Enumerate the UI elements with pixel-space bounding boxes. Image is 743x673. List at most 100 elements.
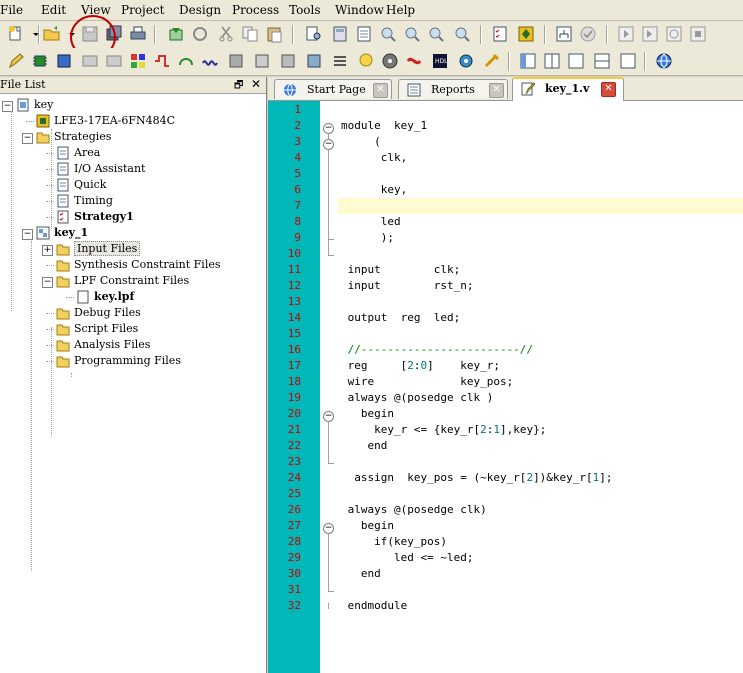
line-number: 29	[287, 551, 301, 564]
net-icon[interactable]	[176, 51, 196, 71]
stop-icon[interactable]	[688, 24, 708, 44]
tree-item-label: Strategy1	[74, 210, 134, 223]
tree-connector	[51, 129, 52, 229]
stack-icon[interactable]	[330, 51, 350, 71]
new-dropdown-icon[interactable]	[26, 24, 39, 44]
fold-toggle-icon[interactable]: −	[323, 139, 334, 150]
tab-key-1-v[interactable]: key_1.v ✕	[512, 77, 624, 101]
ip-gear-icon[interactable]	[456, 51, 476, 71]
globe-icon[interactable]	[654, 51, 674, 71]
floorplan-icon[interactable]	[252, 51, 272, 71]
close-panel-icon[interactable]: ✕	[251, 77, 261, 91]
code-line: module key_1	[341, 119, 428, 132]
cascade-icon[interactable]	[618, 51, 638, 71]
tools-icon[interactable]	[482, 51, 502, 71]
code-line: always @(posedge clk )	[341, 391, 494, 404]
tree-item-label: Area	[74, 146, 101, 159]
find-icon[interactable]	[304, 24, 324, 44]
folder-open-icon	[56, 274, 70, 288]
expand-icon[interactable]: +	[42, 245, 53, 256]
tree-item-label: Synthesis Constraint Files	[74, 258, 221, 271]
print-icon[interactable]	[128, 24, 148, 44]
layers2-icon[interactable]	[104, 51, 124, 71]
fold-toggle-icon[interactable]: −	[323, 123, 334, 134]
refresh-icon[interactable]	[190, 24, 210, 44]
tab-key-1-v-label: key_1.v	[545, 82, 590, 95]
cut-icon[interactable]	[216, 24, 236, 44]
zoom-fit-icon[interactable]	[426, 24, 446, 44]
line-number: 27	[287, 519, 301, 532]
folder-icon	[56, 354, 70, 368]
line-number: 26	[287, 503, 301, 516]
new-icon[interactable]	[6, 24, 26, 44]
check-icon[interactable]	[578, 24, 598, 44]
tab-reports[interactable]: Reports ✕	[398, 79, 508, 99]
menu-design[interactable]: Design	[179, 3, 221, 17]
line-number: 28	[287, 535, 301, 548]
layers-icon[interactable]	[80, 51, 100, 71]
panel-icon[interactable]	[518, 51, 538, 71]
run-icon[interactable]	[616, 24, 636, 44]
document-icon[interactable]	[354, 24, 374, 44]
copy-icon[interactable]	[240, 24, 260, 44]
open-icon[interactable]	[42, 24, 62, 44]
hierarchy-icon[interactable]	[554, 24, 574, 44]
menu-file[interactable]: File	[0, 3, 23, 17]
edit-icon[interactable]	[6, 51, 26, 71]
blocks-icon[interactable]	[128, 51, 148, 71]
split-icon[interactable]	[542, 51, 562, 71]
checklist-icon[interactable]	[490, 24, 510, 44]
svg-text:HDL: HDL	[435, 58, 448, 65]
folder-icon	[56, 322, 70, 336]
tree-item-label: Analysis Files	[74, 338, 151, 351]
tile-icon[interactable]	[592, 51, 612, 71]
tree-connector	[46, 169, 54, 170]
code-line: begin	[341, 519, 394, 532]
zoom-out-icon[interactable]	[402, 24, 422, 44]
close-tab-icon[interactable]: ✕	[489, 83, 504, 98]
tree-item-label: Quick	[74, 178, 107, 191]
float-panel-icon[interactable]: 🗗	[234, 78, 243, 95]
zoom-in-icon[interactable]	[378, 24, 398, 44]
fold-toggle-icon[interactable]: −	[323, 523, 334, 534]
tree-item-label: key_1	[54, 226, 89, 239]
calculator-icon[interactable]	[330, 24, 350, 44]
code-line: led	[341, 215, 401, 228]
routing-icon[interactable]	[152, 51, 172, 71]
window-icon[interactable]	[566, 51, 586, 71]
menu-help[interactable]: Help	[386, 3, 415, 17]
line-number: 21	[287, 423, 301, 436]
menu-process[interactable]: Process	[232, 3, 279, 17]
import-icon[interactable]	[166, 24, 186, 44]
fold-toggle-icon[interactable]: −	[323, 411, 334, 422]
file-list-panel: File List 🗗 ✕ key − LFE3-17EA-6FN484C Strat…	[0, 77, 267, 673]
diamond-icon[interactable]	[516, 24, 536, 44]
menu-window[interactable]: Window	[335, 3, 384, 17]
close-tab-icon[interactable]: ✕	[373, 83, 388, 98]
menu-tools[interactable]: Tools	[289, 3, 321, 17]
menu-project[interactable]: Project	[121, 3, 164, 17]
paste-icon[interactable]	[264, 24, 284, 44]
chip-grid-icon[interactable]	[54, 51, 74, 71]
rerun-icon[interactable]	[664, 24, 684, 44]
bulb-icon[interactable]	[356, 51, 376, 71]
collapse-icon[interactable]: −	[22, 133, 33, 144]
timing-icon[interactable]	[278, 51, 298, 71]
menu-edit[interactable]: Edit	[41, 3, 66, 17]
collapse-icon[interactable]: −	[22, 229, 33, 240]
tree-connector	[46, 361, 54, 362]
close-tab-icon[interactable]: ✕	[601, 82, 616, 97]
collapse-icon[interactable]: −	[42, 277, 53, 288]
disc-icon[interactable]	[380, 51, 400, 71]
register-icon[interactable]	[304, 51, 324, 71]
fold-guide	[328, 603, 329, 609]
hdl-icon[interactable]: HDL	[430, 51, 450, 71]
code-editor[interactable]: 1 2 3 4 5 6 7 8 9 10 11 12 13 14 15 16 17 18 19 20 21 22 23 24 2…	[268, 101, 743, 673]
zoom-area-icon[interactable]	[452, 24, 472, 44]
reveal-icon[interactable]	[404, 51, 424, 71]
pin-icon[interactable]	[226, 51, 246, 71]
wave-icon[interactable]	[200, 51, 220, 71]
tab-start-page[interactable]: Start Page ✕	[274, 79, 392, 99]
run-all-icon[interactable]	[640, 24, 660, 44]
chip-icon[interactable]	[30, 51, 50, 71]
